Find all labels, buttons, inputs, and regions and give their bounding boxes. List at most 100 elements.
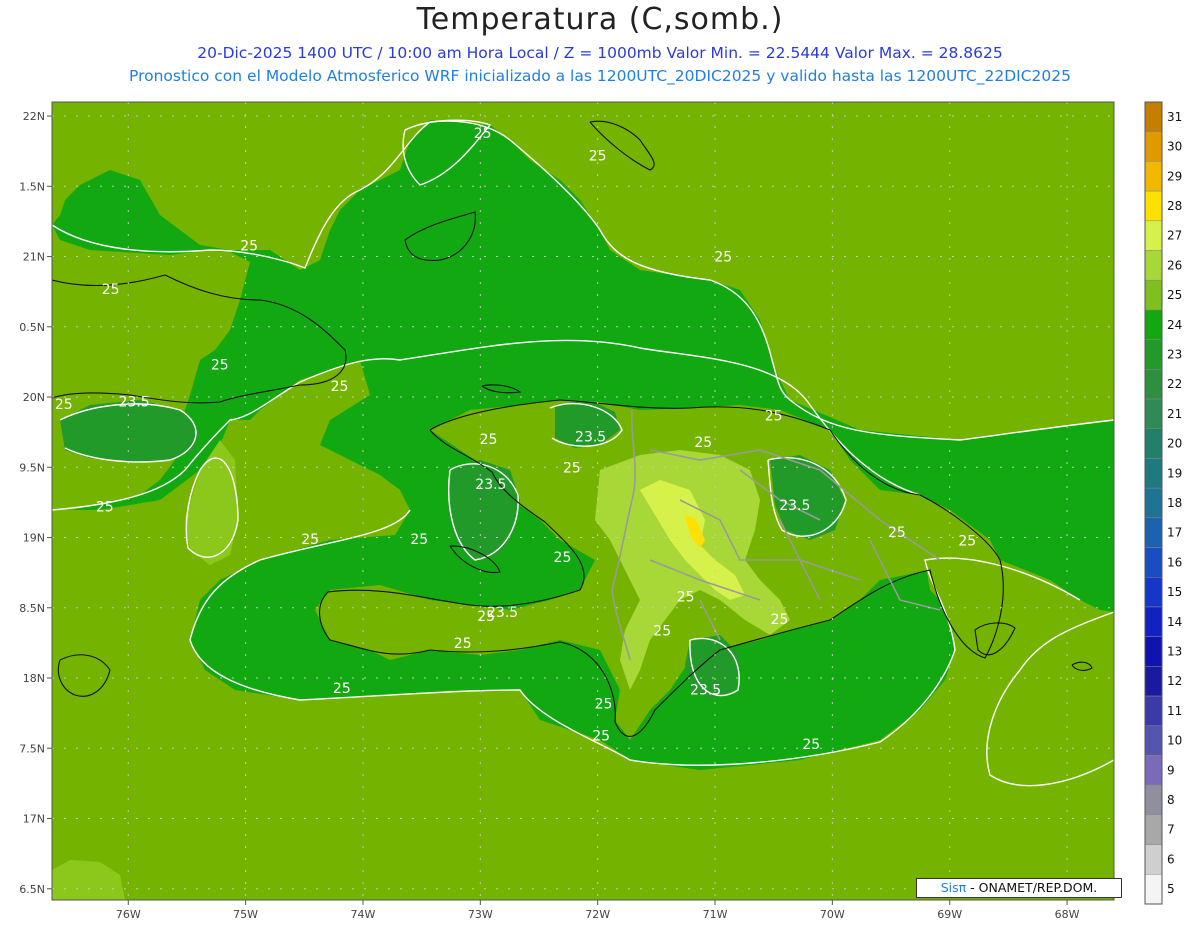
y-tick-label: 8.5N [19,602,45,615]
contour-label: 25 [554,550,572,566]
contour-label: 25 [765,408,783,424]
contour-label: 25 [474,126,492,142]
colorbar-swatch [1144,577,1163,608]
x-tick-label: 70W [820,908,845,921]
colorbar-label: 13 [1167,645,1182,659]
colorbar-swatch [1144,755,1163,786]
temperature-map: 25 25 25 25 25 25 25 25 25 25 25 25 25 25 25 25 25 25 25 25… [19,101,1182,921]
contour-label: 25 [240,238,258,254]
colorbar-label: 25 [1167,288,1182,302]
colorbar-swatch [1144,339,1163,370]
colorbar-label: 24 [1167,318,1182,332]
contour-label: 25 [595,696,613,712]
y-axis: 22N 1.5N 21N 0.5N 20N 9.5N 19N 8.5N 18N 7.5N 17N 6.… [19,110,52,896]
colorbar-swatch [1144,814,1163,845]
x-tick-label: 72W [585,908,610,921]
contour-label: 23.5 [119,394,150,410]
colorbar-label: 8 [1167,793,1175,807]
colorbar-swatch [1144,547,1163,578]
colorbar-swatch [1144,250,1163,281]
colorbar-label: 30 [1167,140,1182,154]
y-tick-label: 18N [23,672,45,685]
contour-label: 25 [211,358,229,374]
colorbar-swatch [1144,398,1163,429]
colorbar-label: 14 [1167,615,1182,629]
colorbar-swatch [1144,279,1163,311]
contour-label: 25 [714,250,732,266]
colorbar-swatch [1144,161,1163,192]
contour-label: 23.5 [575,429,606,445]
contour-label: 25 [589,148,607,164]
colorbar-swatch [1144,487,1163,519]
y-tick-label: 9.5N [19,461,45,474]
colorbar-label: 11 [1167,704,1182,718]
contour-label: 25 [55,397,73,413]
colorbar-swatch [1144,784,1163,816]
contour-label: 25 [958,533,976,549]
y-tick-label: 21N [23,251,45,264]
contour-label: 25 [771,612,789,628]
contour-label: 25 [592,729,610,745]
colorbar-label: 9 [1167,763,1175,777]
y-tick-label: 17N [23,813,45,826]
x-tick-label: 69W [937,908,962,921]
x-axis: 76W 75W 74W 73W 72W 71W 70W 69W 68W [116,900,1080,921]
colorbar-label: 10 [1167,734,1182,748]
colorbar-swatch [1144,190,1163,222]
colorbar-swatch [1144,695,1163,727]
contour-label: 25 [331,379,349,395]
contour-label: 23.5 [475,477,506,493]
contour-label: 25 [96,500,114,516]
colorbar-label: 5 [1167,882,1175,896]
x-tick-label: 74W [351,908,376,921]
shaded-field [52,102,1114,900]
colorbar-label: 12 [1167,674,1182,688]
y-tick-label: 1.5N [19,180,45,193]
y-tick-label: 19N [23,532,45,545]
y-tick-label: 0.5N [19,321,45,334]
x-tick-label: 71W [703,908,728,921]
y-tick-label: 6.5N [19,883,45,896]
x-tick-label: 73W [468,908,493,921]
colorbar-swatch [1144,844,1163,875]
colorbar-label: 20 [1167,437,1182,451]
colorbar: 31 30 29 28 27 26 25 24 23 22 21 20 19 18 17 16 15 14 13 12… [1144,101,1182,905]
contour-label: 25 [677,590,695,606]
contour-label: 25 [410,532,428,548]
colorbar-label: 17 [1167,526,1182,540]
colorbar-label: 16 [1167,555,1182,569]
colorbar-swatch [1144,131,1163,162]
colorbar-label: 19 [1167,466,1182,480]
colorbar-swatch [1144,369,1163,400]
y-tick-label: 7.5N [19,742,45,755]
contour-label: 25 [888,525,906,541]
contour-label: 25 [480,432,498,448]
colorbar-swatch [1144,220,1163,251]
contour-label: 25 [694,435,712,451]
contour-label: 23.5 [779,498,810,514]
colorbar-label: 18 [1167,496,1182,510]
x-tick-label: 75W [233,908,258,921]
contour-label: 23.5 [487,605,518,621]
credit-brand: Sisπ [940,880,967,895]
contour-label: 25 [454,636,472,652]
x-tick-label: 68W [1055,908,1080,921]
colorbar-swatch [1144,101,1163,132]
colorbar-swatch [1144,874,1163,905]
credit-box: Sisπ - ONAMET/REP.DOM. [916,878,1122,898]
colorbar-label: 29 [1167,169,1182,183]
colorbar-label: 23 [1167,347,1182,361]
colorbar-label: 22 [1167,377,1182,391]
colorbar-label: 21 [1167,407,1182,421]
colorbar-swatch [1144,517,1163,548]
colorbar-label: 6 [1167,852,1175,866]
colorbar-label: 7 [1167,823,1175,837]
colorbar-label: 15 [1167,585,1182,599]
x-tick-label: 76W [116,908,141,921]
contour-label: 25 [102,282,120,298]
contour-label: 25 [802,737,820,753]
contour-label: 25 [563,460,581,476]
colorbar-swatch [1144,458,1163,489]
colorbar-swatch [1144,725,1163,756]
colorbar-swatch [1144,666,1163,697]
